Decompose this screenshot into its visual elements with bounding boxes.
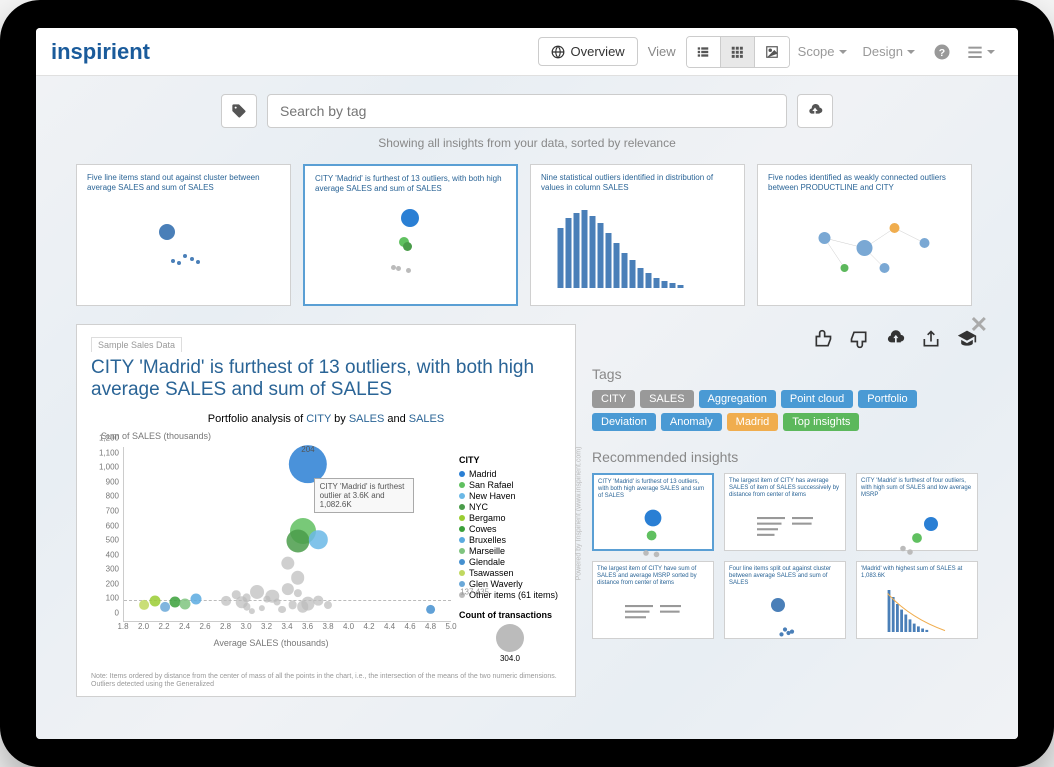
legend-item: Cowes xyxy=(459,524,561,534)
legend-item: NYC xyxy=(459,502,561,512)
count-bubble xyxy=(496,624,524,652)
insight-thumb-4[interactable]: Five nodes identified as weakly connecte… xyxy=(757,164,972,306)
logo: inspirient xyxy=(51,39,150,65)
recommended-thumb[interactable]: The largest item of CITY have sum of SAL… xyxy=(592,561,714,639)
thumbs-up-icon xyxy=(813,329,833,349)
thumbs-down-icon xyxy=(849,329,869,349)
thumbs-up-button[interactable] xyxy=(812,328,834,350)
action-buttons xyxy=(592,328,978,350)
tag[interactable]: SALES xyxy=(640,390,693,408)
overview-button[interactable]: Overview xyxy=(538,37,638,66)
chart-legend: CITY MadridSan RafaelNew HavenNYCBergamo… xyxy=(451,447,561,663)
search-input[interactable] xyxy=(267,94,787,128)
y-axis-label: Sum of SALES (thousands) xyxy=(101,431,561,441)
data-point[interactable] xyxy=(149,595,160,606)
chart-footnote: Note: Items ordered by distance from the… xyxy=(91,673,561,690)
insight-thumb-1[interactable]: Five line items stand out against cluste… xyxy=(76,164,291,306)
scatter-plot: 137.435 CITY 'Madrid' is furthest outlie… xyxy=(123,447,451,622)
x-axis-label: Average SALES (thousands) xyxy=(91,638,451,648)
topbar: inspirient Overview View Scope Design ? xyxy=(36,28,1018,76)
upload-button[interactable] xyxy=(797,94,833,128)
help-icon: ? xyxy=(933,43,951,61)
view-label: View xyxy=(648,44,676,59)
detail-panel: ✕ Sample Sales Data CITY 'Madrid' is fur… xyxy=(76,324,978,697)
recommended-thumb[interactable]: 'Madrid' with highest sum of SALES at 1,… xyxy=(856,561,978,639)
legend-item: Marseille xyxy=(459,546,561,556)
tag[interactable]: CITY xyxy=(592,390,635,408)
legend-item: Tsawassen xyxy=(459,568,561,578)
tags-heading: Tags xyxy=(592,366,978,382)
caret-down-icon xyxy=(839,50,847,54)
cloud-download-icon xyxy=(885,329,905,349)
close-detail-button[interactable]: ✕ xyxy=(970,312,988,338)
grid-icon xyxy=(730,45,744,59)
detail-title: CITY 'Madrid' is furthest of 13 outliers… xyxy=(91,357,561,401)
menu-button[interactable] xyxy=(967,44,995,60)
data-point[interactable] xyxy=(160,602,170,612)
view-toggle-group xyxy=(686,36,790,68)
tag[interactable]: Point cloud xyxy=(781,390,853,408)
legend-item: New Haven xyxy=(459,491,561,501)
insight-thumbnails: Five line items stand out against cluste… xyxy=(76,164,978,306)
share-icon xyxy=(921,329,941,349)
powered-by: Powered by Inspirient (www.inspirient.co… xyxy=(576,447,583,581)
dataset-tab[interactable]: Sample Sales Data xyxy=(91,337,182,352)
tag[interactable]: Portfolio xyxy=(858,390,916,408)
tag[interactable]: Madrid xyxy=(727,413,779,431)
legend-item: Bergamo xyxy=(459,513,561,523)
cloud-upload-icon xyxy=(807,103,823,119)
caret-down-icon xyxy=(907,50,915,54)
tag[interactable]: Anomaly xyxy=(661,413,722,431)
design-dropdown[interactable]: Design xyxy=(863,44,915,59)
hamburger-icon xyxy=(967,44,983,60)
legend-item: Madrid xyxy=(459,469,561,479)
data-point[interactable] xyxy=(426,604,436,614)
legend-item: San Rafael xyxy=(459,480,561,490)
search-subtext: Showing all insights from your data, sor… xyxy=(76,136,978,150)
help-button[interactable]: ? xyxy=(933,43,951,61)
detail-side-panel: Tags CITY SALES Aggregation Point cloud Port… xyxy=(592,324,978,697)
recommended-grid: CITY 'Madrid' is furthest of 13 outliers… xyxy=(592,473,978,639)
tag[interactable]: Top insights xyxy=(783,413,859,431)
data-point[interactable] xyxy=(190,594,201,605)
scope-dropdown[interactable]: Scope xyxy=(798,44,847,59)
download-button[interactable] xyxy=(884,328,906,350)
data-point[interactable] xyxy=(286,530,309,553)
recommended-thumb[interactable]: CITY 'Madrid' is furthest of 13 outliers… xyxy=(592,473,714,551)
view-list-button[interactable] xyxy=(687,37,721,67)
insight-thumb-3[interactable]: Nine statistical outliers identified in … xyxy=(530,164,745,306)
thumbs-down-button[interactable] xyxy=(848,328,870,350)
chart-title: Portfolio analysis of CITY by SALES and … xyxy=(91,413,561,425)
globe-icon xyxy=(551,45,565,59)
tag-icon xyxy=(231,103,247,119)
chart-annotation: CITY 'Madrid' is furthest outlier at 3.6… xyxy=(314,478,414,513)
share-button[interactable] xyxy=(920,328,942,350)
recommended-thumb[interactable]: Four line items split out against cluste… xyxy=(724,561,846,639)
caret-down-icon xyxy=(987,50,995,54)
list-icon xyxy=(696,45,710,59)
insight-thumb-2[interactable]: CITY 'Madrid' is furthest of 13 outliers… xyxy=(303,164,518,306)
recommended-thumb[interactable]: The largest item of CITY has average SAL… xyxy=(724,473,846,551)
search-row xyxy=(76,94,978,128)
legend-item: Glendale xyxy=(459,557,561,567)
legend-item: Bruxelles xyxy=(459,535,561,545)
svg-text:?: ? xyxy=(939,46,945,58)
image-icon xyxy=(765,45,779,59)
recommended-heading: Recommended insights xyxy=(592,449,978,465)
tag[interactable]: Aggregation xyxy=(699,390,776,408)
tag[interactable]: Deviation xyxy=(592,413,656,431)
tags-list: CITY SALES Aggregation Point cloud Portfolio… xyxy=(592,390,978,431)
detail-chart-card: Sample Sales Data CITY 'Madrid' is furth… xyxy=(76,324,576,697)
recommended-thumb[interactable]: CITY 'Madrid' is furthest of four outlie… xyxy=(856,473,978,551)
data-point[interactable] xyxy=(309,531,327,549)
data-point[interactable] xyxy=(180,598,191,609)
tag-filter-button[interactable] xyxy=(221,94,257,128)
view-image-button[interactable] xyxy=(755,37,789,67)
view-grid-button[interactable] xyxy=(721,37,755,67)
data-point[interactable] xyxy=(140,600,150,610)
